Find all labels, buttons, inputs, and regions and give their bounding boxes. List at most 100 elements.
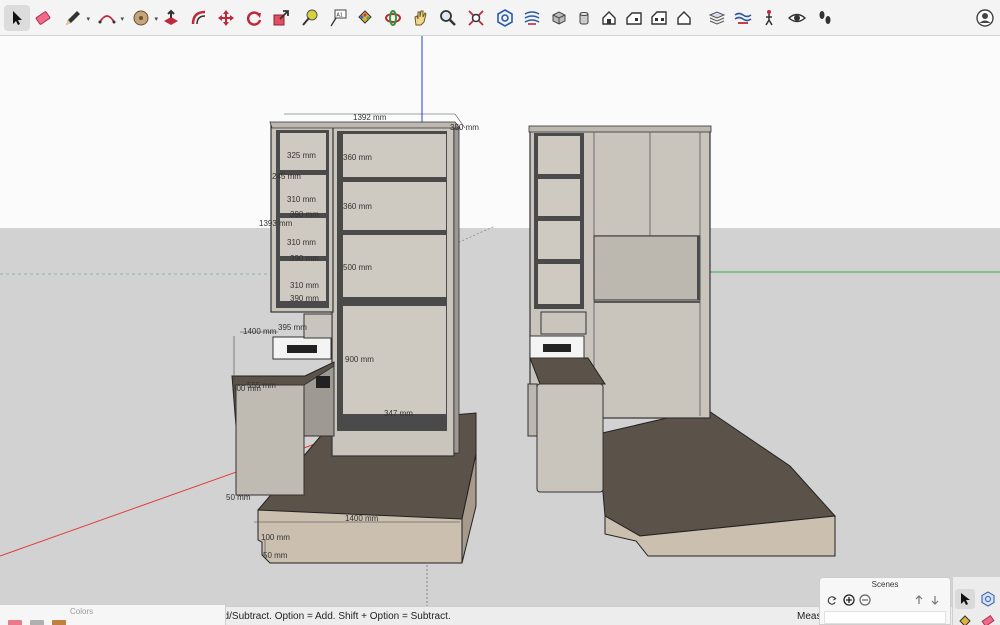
sandbox-tool[interactable]	[730, 5, 756, 31]
iso-view[interactable]	[546, 5, 572, 31]
wardrobe-side	[453, 128, 460, 454]
zoom-extents-tool[interactable]	[463, 5, 489, 31]
scenes-list[interactable]	[824, 611, 946, 624]
chevron-down-icon: ▾	[86, 16, 90, 23]
move-down-icon	[931, 596, 939, 605]
rotate-icon	[246, 11, 262, 26]
scenes-panel-title: Scenes	[871, 580, 899, 589]
offset-tool[interactable]	[186, 5, 212, 31]
dim-gap-390-c: 390 mm	[290, 294, 319, 303]
pan-tool[interactable]	[407, 5, 433, 31]
cylinder-top-icon	[579, 12, 589, 25]
text-tool[interactable]: A1	[325, 5, 351, 31]
sandbox-icon	[734, 12, 752, 24]
extension-icon	[524, 11, 540, 25]
zoom-tool[interactable]	[435, 5, 461, 31]
house-front-icon	[602, 11, 616, 25]
figure-icon	[765, 10, 773, 26]
eraser-icon	[35, 11, 51, 25]
move-scene-down-button[interactable]	[928, 593, 942, 607]
eye-icon	[787, 13, 807, 23]
tray-warehouse-button[interactable]	[978, 589, 998, 609]
eraser-tool[interactable]	[30, 5, 56, 31]
right-cube-2	[538, 179, 580, 216]
pins-tool[interactable]	[756, 5, 782, 31]
desk-niche-right	[593, 235, 701, 301]
model-viewport[interactable]: 1392 mm 350 mm 325 mm 310 mm 310 mm 310 …	[0, 36, 1000, 606]
tray-eraser-button[interactable]	[978, 611, 998, 625]
warehouse-icon	[497, 9, 513, 27]
color-swatch-1[interactable]	[8, 620, 22, 625]
text-icon: A1	[330, 9, 347, 27]
magnifier-icon	[440, 10, 456, 26]
footprints-tool[interactable]	[812, 5, 838, 31]
right-view[interactable]	[621, 5, 647, 31]
scale-tool[interactable]	[268, 5, 294, 31]
line-tool[interactable]: ▾	[60, 5, 90, 31]
cube-iso-icon	[552, 11, 566, 25]
move-tool[interactable]	[213, 5, 239, 31]
house-back-icon	[651, 11, 667, 25]
offset-icon	[191, 10, 206, 25]
dim-shelf-1: 325 mm	[287, 151, 316, 160]
paint-bucket-icon	[959, 615, 971, 625]
house-right-icon	[626, 12, 642, 25]
main-toolbar: ▾ ▾ ▾ A1	[0, 0, 1000, 36]
dim-bed-100: 100 mm	[261, 533, 290, 542]
front-view[interactable]	[596, 5, 622, 31]
select-tool[interactable]	[4, 5, 30, 31]
left-view[interactable]	[671, 5, 697, 31]
orbit-tool[interactable]	[380, 5, 406, 31]
move-scene-up-button[interactable]	[912, 593, 926, 607]
profile-button[interactable]	[972, 5, 998, 31]
dim-shelf-3: 310 mm	[287, 238, 316, 247]
warehouse-tool[interactable]	[492, 5, 518, 31]
dim-bed-50: 50 mm	[263, 551, 288, 560]
dim-bed-width: 1400 mm	[345, 514, 379, 523]
dim-desk-top: 555 mm	[247, 381, 276, 390]
color-swatch-3[interactable]	[52, 620, 66, 625]
paint-bucket-tool[interactable]	[352, 5, 378, 31]
dim-gap-390-b: 390 mm	[290, 254, 319, 263]
dim-gap-390-a: 390 mm	[290, 210, 319, 219]
shapes-tool[interactable]: ▾	[128, 5, 158, 31]
measurements-label: Meas	[797, 611, 822, 622]
tray-select-button[interactable]	[955, 589, 975, 609]
desk-leg-right	[527, 383, 538, 437]
top-view[interactable]	[571, 5, 597, 31]
zoom-extents-icon	[468, 10, 484, 26]
extension-warehouse-tool[interactable]	[519, 5, 545, 31]
scale-icon	[273, 10, 289, 26]
paint-bucket-icon	[358, 10, 372, 24]
walk-tool[interactable]	[784, 5, 810, 31]
orbit-icon	[385, 10, 401, 26]
refresh-scene-button[interactable]	[824, 593, 838, 607]
right-cube-1	[538, 136, 580, 174]
desk-cabinet-right	[536, 383, 604, 493]
layers-tool[interactable]	[704, 5, 730, 31]
add-scene-icon	[843, 594, 855, 606]
dim-shelf-7: 500 mm	[343, 263, 372, 272]
desk-upper-panel	[303, 313, 333, 339]
add-scene-button[interactable]	[842, 593, 856, 607]
tray-paint-button[interactable]	[955, 611, 975, 625]
wardrobe-top	[269, 121, 461, 129]
desk-cabinet	[235, 384, 305, 496]
svg-text:A1: A1	[337, 13, 343, 19]
eraser-icon	[981, 615, 995, 625]
tape-measure-tool[interactable]	[296, 5, 322, 31]
desk-upper-right	[540, 311, 587, 335]
push-pull-tool[interactable]	[158, 5, 184, 31]
refresh-icon	[827, 595, 837, 605]
dim-partial: 245 mm	[272, 172, 301, 181]
remove-scene-button[interactable]	[858, 593, 872, 607]
arc-tool[interactable]: ▾	[94, 5, 124, 31]
back-view[interactable]	[646, 5, 672, 31]
color-swatch-2[interactable]	[30, 620, 44, 625]
ground	[0, 228, 1000, 606]
colors-panel: Colors	[0, 604, 226, 625]
arrow-cursor-icon	[961, 593, 970, 605]
rotate-tool[interactable]	[241, 5, 267, 31]
niche-shadow	[697, 236, 700, 300]
warehouse-icon	[981, 591, 995, 607]
